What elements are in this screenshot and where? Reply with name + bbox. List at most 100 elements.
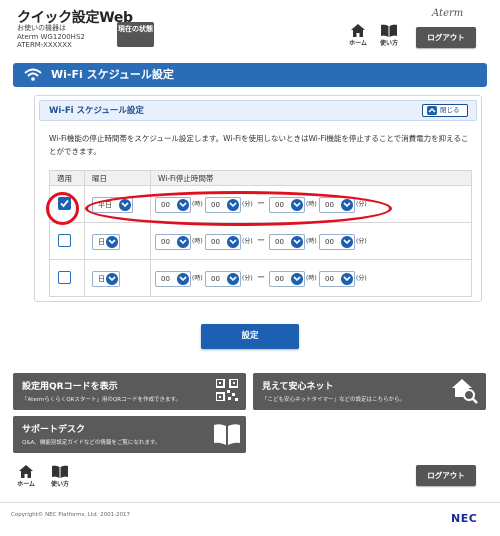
chevron-down-icon (291, 273, 303, 285)
chevron-down-icon (177, 273, 189, 285)
home-label: ホーム (349, 40, 367, 47)
minute-unit-label: (分) (242, 238, 253, 245)
page-title: Wi-Fi スケジュール設定 (51, 68, 174, 81)
apply-cell (49, 222, 85, 260)
collapse-button[interactable]: 閉じる (422, 104, 468, 117)
checkbox-highlight (46, 192, 79, 225)
support-desk-tile[interactable]: サポートデスク Q&A、機能別設定ガイドなどの情報をご覧になれます。 (13, 416, 246, 453)
time-value: 00 (325, 275, 334, 283)
apply-checkbox[interactable] (58, 234, 71, 247)
footer-divider (0, 502, 500, 503)
description: Wi-Fi機能の停止時間帯をスケジュール設定します。Wi-Fiを使用しないときは… (49, 134, 469, 156)
start-minute-select[interactable]: 00 (205, 234, 241, 250)
help-nav-button[interactable]: 使い方 (376, 24, 402, 47)
day-value: 日 (98, 238, 105, 246)
day-select[interactable]: 日 (92, 234, 120, 250)
footer-logout-button[interactable]: ログアウト (416, 465, 476, 486)
table-row: 日 00 (時) 00 (分) ー 00 (時) 00 (分) (49, 222, 472, 260)
time-value: 00 (275, 275, 284, 283)
footer-home-button[interactable]: ホーム (13, 465, 39, 488)
help-label: 使い方 (379, 40, 398, 47)
chevron-down-icon (106, 273, 118, 285)
col-apply: 適用 (49, 170, 85, 186)
device-serial: ATERM-XXXXXX (17, 41, 72, 49)
hour-unit-label: (時) (306, 238, 317, 245)
hour-unit-label: (時) (306, 275, 317, 282)
qr-code-icon (216, 379, 238, 401)
day-value: 日 (98, 275, 105, 283)
panel-title: Wi-Fi スケジュール設定 (49, 106, 144, 116)
book-icon (214, 424, 240, 445)
home-icon (19, 465, 33, 478)
footer-help-button[interactable]: 使い方 (47, 465, 73, 488)
apply-cell (49, 259, 85, 297)
minute-unit-label: (分) (356, 275, 367, 282)
chevron-down-icon (227, 236, 239, 248)
apply-checkbox[interactable] (58, 271, 71, 284)
chevron-up-icon (427, 106, 437, 115)
range-dash: ー (257, 236, 265, 245)
status-button[interactable]: 現在の状態 (117, 22, 154, 47)
time-cell: 00 (時) 00 (分) ー 00 (時) 00 (分) (150, 222, 472, 260)
chevron-down-icon (227, 273, 239, 285)
end-hour-select[interactable]: 00 (269, 271, 305, 287)
time-value: 00 (275, 238, 284, 246)
device-caption: お使いの機器は (17, 24, 66, 32)
qr-title: 設定用QRコードを表示 (22, 382, 118, 392)
table-row: 日 00 (時) 00 (分) ー 00 (時) 00 (分) (49, 259, 472, 297)
time-value: 00 (161, 275, 170, 283)
range-dash: ー (257, 273, 265, 282)
device-model: Aterm WG1200HS2 (17, 32, 85, 41)
home-icon (351, 24, 365, 37)
aterm-logo: Aterm (432, 8, 464, 19)
day-cell: 日 (84, 259, 151, 297)
col-day: 曜日 (84, 170, 151, 186)
time-value: 00 (161, 238, 170, 246)
start-hour-select[interactable]: 00 (155, 271, 191, 287)
book-icon (381, 24, 397, 37)
time-value: 00 (211, 238, 220, 246)
start-hour-select[interactable]: 00 (155, 234, 191, 250)
safety-subtitle: 「こども安心ネットタイマー」などの設定はこちらから。 (262, 397, 406, 403)
copyright: Copyright© NEC Platforms, Ltd. 2001-2017 (11, 512, 131, 518)
end-minute-select[interactable]: 00 (319, 271, 355, 287)
home-label: ホーム (17, 481, 35, 488)
chevron-down-icon (341, 273, 353, 285)
schedule-table: 適用 曜日 Wi-Fi停止時間帯 平日 00 (時) 00 (分) ー 00 (時) 00 (分… (49, 170, 472, 297)
end-hour-select[interactable]: 00 (269, 234, 305, 250)
chevron-down-icon (341, 236, 353, 248)
row-highlight (85, 191, 392, 226)
header: クイック設定Web お使いの機器は Aterm WG1200HS2 ATERM-… (0, 0, 500, 56)
support-title: サポートデスク (22, 425, 86, 435)
time-cell: 00 (時) 00 (分) ー 00 (時) 00 (分) (150, 259, 472, 297)
chevron-down-icon (106, 236, 118, 248)
table-header-row: 適用 曜日 Wi-Fi停止時間帯 (49, 170, 472, 186)
qr-code-tile[interactable]: 設定用QRコードを表示 「AtermらくらくQRスタート」用のQRコードを作成で… (13, 373, 246, 410)
nec-logo: NEC (451, 512, 478, 525)
minute-unit-label: (分) (356, 238, 367, 245)
logout-button[interactable]: ログアウト (416, 27, 476, 48)
submit-button[interactable]: 設定 (201, 324, 299, 349)
collapse-label: 閉じる (440, 106, 460, 114)
time-value: 00 (325, 238, 334, 246)
day-cell: 日 (84, 222, 151, 260)
support-subtitle: Q&A、機能別設定ガイドなどの情報をご覧になれます。 (22, 440, 161, 446)
start-minute-select[interactable]: 00 (205, 271, 241, 287)
minute-unit-label: (分) (242, 275, 253, 282)
hour-unit-label: (時) (192, 275, 203, 282)
help-label: 使い方 (50, 481, 69, 488)
book-icon (52, 465, 68, 478)
device-info: お使いの機器は Aterm WG1200HS2 ATERM-XXXXXX (17, 24, 85, 50)
panel-header: Wi-Fi スケジュール設定 閉じる (39, 100, 477, 121)
col-stop-time: Wi-Fi停止時間帯 (150, 170, 472, 186)
chevron-down-icon (291, 236, 303, 248)
chevron-down-icon (177, 236, 189, 248)
page-title-bar: Wi-Fi スケジュール設定 (13, 63, 487, 87)
day-select[interactable]: 日 (92, 271, 120, 287)
wifi-icon (24, 68, 42, 81)
home-nav-button[interactable]: ホーム (345, 24, 371, 47)
safety-title: 見えて安心ネット (262, 382, 334, 392)
end-minute-select[interactable]: 00 (319, 234, 355, 250)
qr-subtitle: 「AtermらくらくQRスタート」用のQRコードを作成できます。 (22, 397, 181, 403)
safety-net-tile[interactable]: 見えて安心ネット 「こども安心ネットタイマー」などの設定はこちらから。 (253, 373, 486, 410)
